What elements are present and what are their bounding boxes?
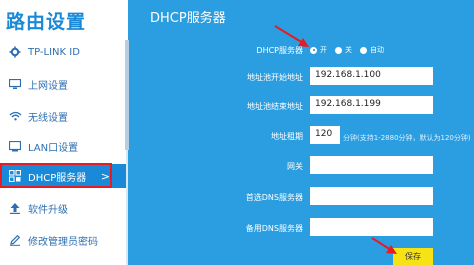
arrow-to-radio-on xyxy=(274,25,309,47)
annotation-arrows xyxy=(274,25,397,254)
arrow-to-save-button xyxy=(371,237,397,254)
